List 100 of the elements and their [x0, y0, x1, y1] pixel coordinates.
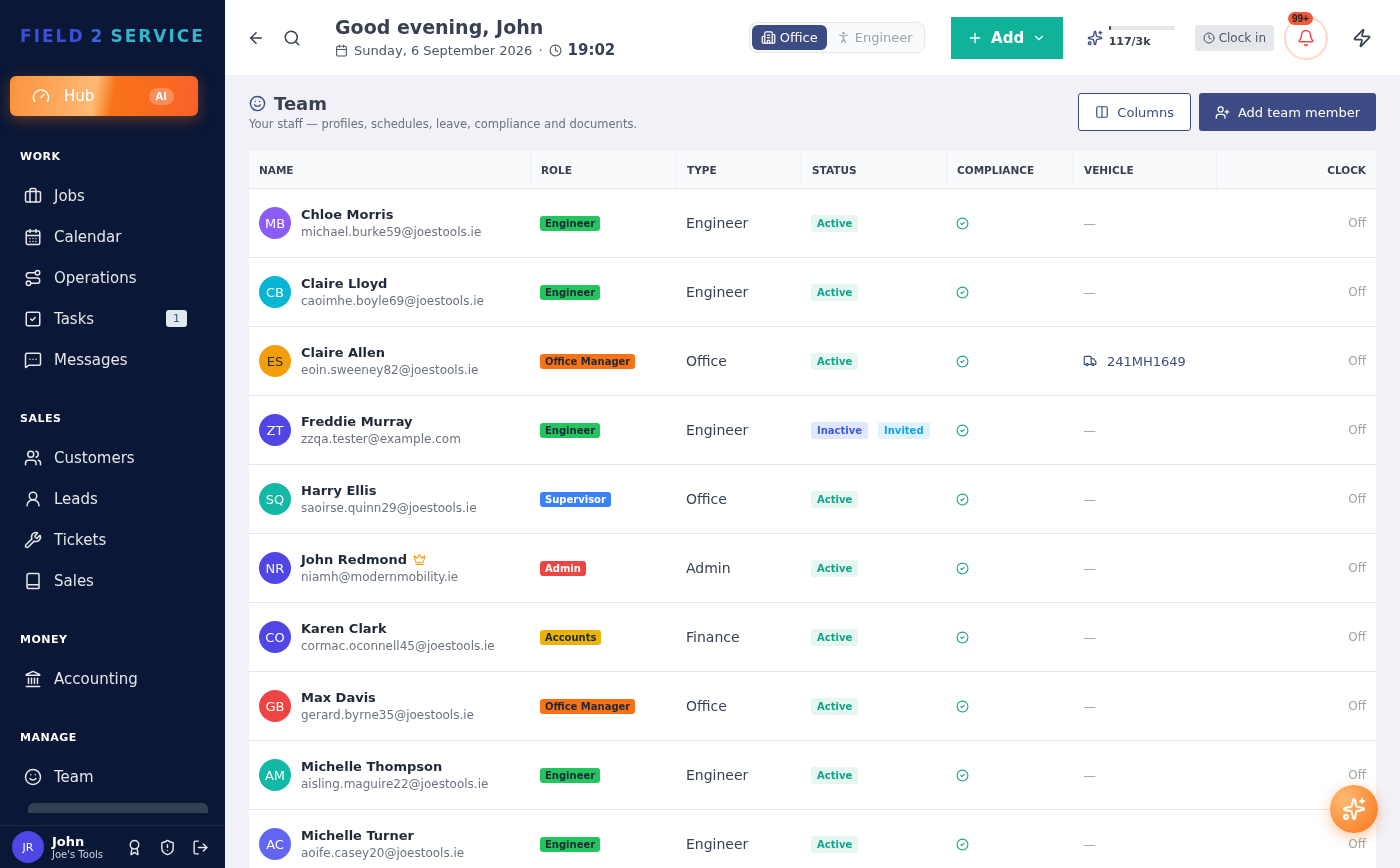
member-name[interactable]: Michelle Turner	[301, 828, 414, 843]
type-text: Office	[686, 698, 727, 714]
member-email: caoimhe.boyle69@joestools.ie	[301, 294, 484, 308]
separator-dot: ·	[538, 42, 543, 58]
member-email: niamh@modernmobility.ie	[301, 570, 459, 584]
role-tag: Supervisor	[540, 491, 611, 507]
vehicle-text: —	[1083, 767, 1096, 783]
nav-icon	[24, 448, 42, 467]
nav-item[interactable]: Customers	[0, 437, 225, 478]
clock-status: Off	[1348, 699, 1366, 713]
vehicle-text: —	[1083, 284, 1096, 300]
member-name[interactable]: Michelle Thompson	[301, 759, 443, 774]
type-text: Finance	[686, 629, 740, 645]
building-icon	[760, 30, 776, 45]
member-email: cormac.oconnell45@joestools.ie	[301, 639, 495, 653]
usage-reading: 117/3k	[1108, 35, 1151, 48]
vehicle-text: —	[1083, 836, 1096, 852]
member-name[interactable]: Karen Clark	[301, 621, 387, 636]
vehicle-text: —	[1083, 215, 1096, 231]
gauge-icon	[32, 87, 50, 105]
type-text: Office	[686, 491, 727, 507]
smile-icon	[249, 95, 266, 112]
nav-item[interactable]: Tickets	[0, 519, 225, 560]
nav-item[interactable]: Tasks 1	[0, 298, 225, 339]
member-name[interactable]: Claire Lloyd	[301, 276, 388, 291]
member-email: gerard.byrne35@joestools.ie	[301, 708, 474, 722]
nav-item[interactable]: Messages	[0, 339, 225, 380]
member-email: zzqa.tester@example.com	[301, 432, 461, 446]
role-tag: Engineer	[540, 767, 601, 783]
add-member-button[interactable]: Add team member	[1198, 93, 1376, 131]
role-tag: Engineer	[540, 422, 601, 438]
status-tag: Inactive	[811, 421, 869, 439]
bell-icon	[1297, 28, 1315, 47]
nav-item[interactable]: Leads	[0, 478, 225, 519]
nav-icon	[24, 489, 42, 508]
member-name[interactable]: Claire Allen	[301, 345, 386, 360]
section-heading: MANAGE	[19, 730, 78, 746]
member-name[interactable]: John Redmond	[301, 552, 407, 567]
nav-item[interactable]: Accounting	[0, 658, 225, 699]
column-header[interactable]: COMPLIANCE	[946, 151, 1073, 188]
status-tag: Active	[811, 214, 859, 232]
member-email: aoife.casey20@joestools.ie	[301, 846, 465, 860]
nav-icon	[24, 268, 42, 287]
status-tag: Active	[811, 835, 859, 853]
type-text: Engineer	[686, 767, 749, 783]
vehicle-text: —	[1083, 698, 1096, 714]
nav-item[interactable]: Team	[0, 756, 225, 797]
member-email: eoin.sweeney82@joestools.ie	[301, 363, 479, 377]
member-email: aisling.maguire22@joestools.ie	[301, 777, 489, 791]
role-tag: Accounts	[540, 629, 602, 645]
page-subtitle: Your staff — profiles, schedules, leave, compliance and documents.	[249, 117, 639, 131]
greeting: Good evening, John	[335, 16, 545, 38]
column-header[interactable]: STATUS	[801, 151, 946, 188]
nav-item[interactable]: Operations	[0, 257, 225, 298]
user-avatar[interactable]: JR	[12, 831, 44, 863]
nav-icon	[24, 767, 42, 786]
logo: FIELD 2 SERVICE	[19, 25, 206, 48]
calendar-icon	[335, 43, 348, 57]
clock-status: Off	[1348, 423, 1366, 437]
member-name[interactable]: Harry Ellis	[301, 483, 377, 498]
vehicle-text: —	[1083, 422, 1096, 438]
type-text: Engineer	[686, 422, 749, 438]
vehicle-text: —	[1083, 560, 1096, 576]
ai-badge: AI	[148, 87, 174, 105]
notification-button[interactable]: 99+	[1284, 15, 1328, 60]
sparkles-icon	[1086, 29, 1103, 46]
type-text: Admin	[686, 560, 731, 576]
truck-icon	[1083, 354, 1097, 368]
clock-status: Off	[1348, 285, 1366, 299]
member-name[interactable]: Chloe Morris	[301, 207, 394, 222]
nav-item[interactable]: Calendar	[0, 216, 225, 257]
column-header[interactable]: ROLE	[530, 151, 676, 188]
user-name: John	[52, 834, 86, 849]
clock-status: Off	[1348, 561, 1366, 575]
mode-tab[interactable]: Office	[751, 25, 827, 50]
member-name[interactable]: Freddie Murray	[301, 414, 413, 429]
section-heading: MONEY	[19, 632, 69, 648]
column-header[interactable]: TYPE	[676, 151, 801, 188]
status-tag: Invited	[878, 421, 930, 439]
member-avatar: GB	[259, 690, 291, 722]
type-text: Office	[686, 353, 727, 369]
nav-item[interactable]: Sales	[0, 560, 225, 601]
column-header[interactable]: NAME	[249, 151, 530, 188]
section-heading: SALES	[19, 411, 63, 427]
nav-icon	[24, 350, 42, 369]
member-name[interactable]: Max Davis	[301, 690, 376, 705]
member-avatar: NR	[259, 552, 291, 584]
clock-status: Off	[1348, 354, 1366, 368]
clock-status: Off	[1348, 630, 1366, 644]
nav-item[interactable]: Jobs	[0, 175, 225, 216]
type-text: Engineer	[686, 284, 749, 300]
member-avatar: CO	[259, 621, 291, 653]
clock-in-button[interactable]: Clock in	[1194, 24, 1274, 51]
clock-status: Off	[1348, 216, 1366, 230]
role-tag: Engineer	[540, 284, 601, 300]
columns-button[interactable]: Columns	[1078, 93, 1191, 131]
column-header[interactable]: CLOCK	[1216, 151, 1376, 188]
column-header[interactable]: VEHICLE	[1073, 151, 1216, 188]
nav-icon	[24, 309, 42, 328]
member-email: saoirse.quinn29@joestools.ie	[301, 501, 477, 515]
